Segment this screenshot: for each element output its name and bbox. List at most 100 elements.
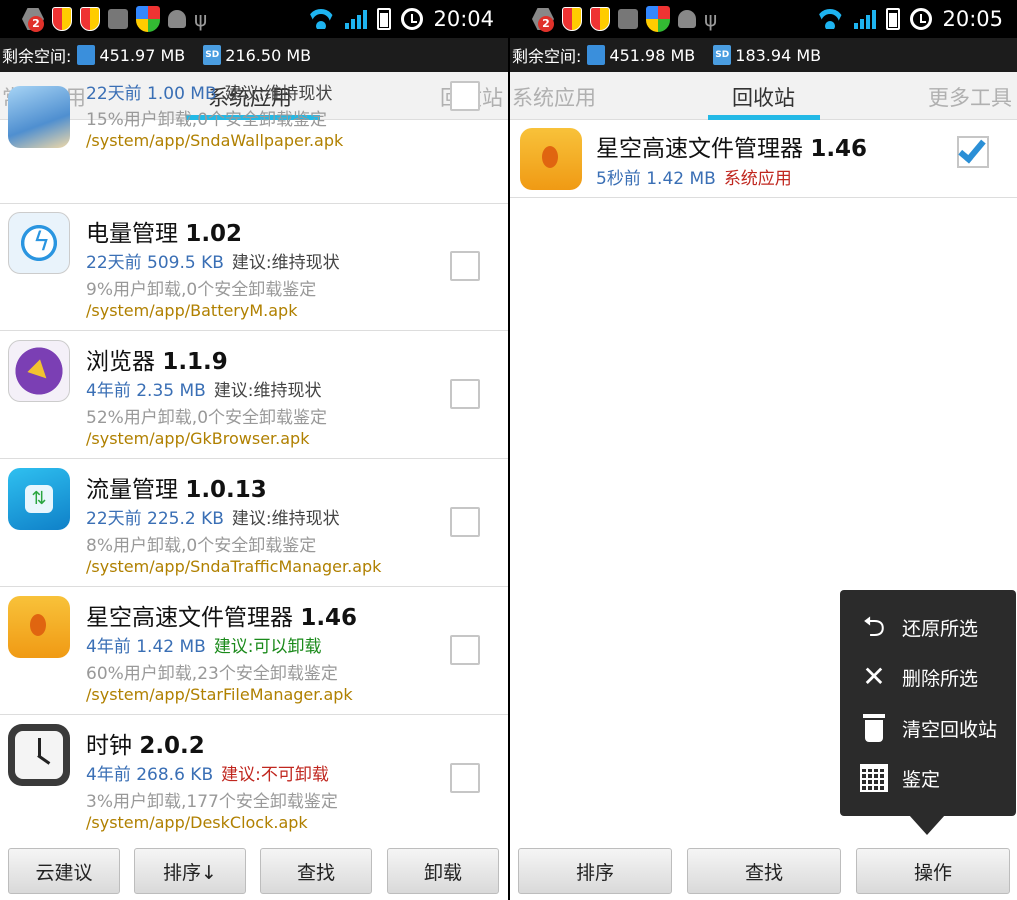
app-stats: 60%用户卸载,23个安全卸载鉴定: [86, 664, 338, 684]
shield-alert-icon: [52, 7, 72, 31]
list-item[interactable]: ϟ 电量管理 1.02 22天前 509.5 KB 建议:维持现状 9%用户卸载,…: [0, 203, 508, 331]
sd-card-icon: SD: [203, 45, 222, 65]
clock-icon: [8, 724, 70, 786]
left-screen: 2 ψ 20:04 剩余空间: 451.97 MB SD 216.50 MB 常…: [0, 0, 508, 900]
app-stats: 9%用户卸载,0个安全卸载鉴定: [86, 280, 317, 300]
app-title: 时钟: [86, 733, 132, 759]
wifi-icon: [307, 9, 335, 29]
select-checkbox-checked[interactable]: [957, 134, 989, 168]
security-shield-icon: [646, 6, 670, 32]
list-item[interactable]: 星空高速文件管理器 1.46 4年前 1.42 MB 建议:可以卸载 60%用户卸…: [0, 587, 508, 715]
wallpaper-icon: [8, 86, 70, 148]
tab-recycle-bin[interactable]: 回收站: [732, 82, 795, 112]
select-checkbox[interactable]: [450, 507, 480, 537]
app-meta: 4年前 268.6 KB: [86, 765, 214, 785]
storage-label: 剩余空间:: [2, 47, 72, 66]
operations-button[interactable]: 操作: [856, 848, 1010, 894]
app-advice: 建议:不可卸载: [221, 765, 329, 785]
search-button[interactable]: 查找: [687, 848, 841, 894]
select-checkbox[interactable]: [450, 81, 480, 111]
battery-manager-icon: ϟ: [8, 212, 70, 274]
app-advice: 建议:可以卸载: [213, 637, 322, 657]
app-version: 1.0.13: [185, 477, 267, 503]
close-icon: ✕: [862, 660, 886, 693]
android-icon: [678, 10, 696, 28]
app-title: 星空高速文件管理器: [596, 136, 803, 162]
bottom-action-bar: 云建议 排序↓ 查找 卸载: [0, 842, 508, 900]
shield-alert-icon: [80, 7, 100, 31]
menu-item-empty-bin[interactable]: 清空回收站: [840, 703, 1016, 753]
trash-icon: [856, 710, 892, 746]
app-version: 2.0.2: [139, 733, 205, 759]
list-item[interactable]: ⇅ 流量管理 1.0.13 22天前 225.2 KB 建议:维持现状 8%用户卸…: [0, 459, 508, 587]
app-advice: 建议:维持现状: [213, 381, 322, 401]
signal-icon: [854, 9, 877, 29]
usb-icon: ψ: [194, 7, 208, 31]
app-version: 1.02: [185, 221, 243, 247]
sd-storage-value: 183.94 MB: [735, 45, 822, 65]
list-item[interactable]: 星空高速文件管理器 1.46 5秒前 1.42 MB 系统应用: [510, 120, 1017, 198]
list-item[interactable]: 22天前 1.00 MB 建议:维持现状 15%用户卸载,0个安全卸载鉴定 /sy…: [0, 76, 508, 204]
system-indicators: 20:05: [816, 4, 1003, 34]
app-title: 星空高速文件管理器: [86, 605, 293, 631]
list-item[interactable]: 时钟 2.0.2 4年前 268.6 KB 建议:不可卸载 3%用户卸载,177个…: [0, 715, 508, 843]
alarm-icon: [910, 8, 933, 30]
tab-system-apps[interactable]: 系统应用: [512, 82, 596, 112]
app-title: 浏览器: [86, 349, 155, 375]
usb-icon: ψ: [704, 7, 718, 31]
sort-button[interactable]: 排序: [518, 848, 672, 894]
phone-storage-icon: [77, 45, 96, 65]
menu-pointer: [909, 815, 945, 835]
app-meta: 22天前 509.5 KB: [86, 253, 224, 273]
app-path: /system/app/GkBrowser.apk: [86, 429, 310, 448]
cloud-advice-button[interactable]: 云建议: [8, 848, 120, 894]
menu-item-appraise[interactable]: 鉴定: [840, 753, 1016, 803]
app-stats: 8%用户卸载,0个安全卸载鉴定: [86, 536, 317, 556]
tab-bar: 系统应用 回收站 更多工具: [510, 72, 1017, 120]
search-button[interactable]: 查找: [260, 848, 372, 894]
storage-bar: 剩余空间: 451.97 MB SD 216.50 MB: [0, 38, 508, 72]
select-checkbox[interactable]: [450, 635, 480, 665]
menu-item-label: 清空回收站: [902, 718, 998, 741]
calendar-icon: [856, 760, 892, 796]
battery-icon: [886, 8, 901, 30]
bottom-action-bar: 排序 查找 操作: [510, 842, 1017, 900]
sd-storage-value: 216.50 MB: [225, 45, 312, 65]
app-title: 电量管理: [86, 221, 178, 247]
undo-icon: ⮌: [862, 610, 886, 643]
right-screen: 2 ψ 20:05 剩余空间: 451.98 MB SD 183.94 MB 系…: [510, 0, 1017, 900]
select-checkbox[interactable]: [450, 251, 480, 281]
storage-bar: 剩余空间: 451.98 MB SD 183.94 MB: [510, 38, 1017, 72]
phone-storage-icon: [587, 45, 606, 65]
select-checkbox[interactable]: [450, 763, 480, 793]
browser-compass-icon: [8, 340, 70, 402]
menu-item-restore[interactable]: ⮌ 还原所选: [840, 602, 1016, 652]
notification-badge-icon: 2: [532, 8, 554, 32]
internal-storage-value: 451.97 MB: [99, 45, 186, 65]
app-path: /system/app/DeskClock.apk: [86, 813, 308, 832]
app-meta: 5秒前 1.42 MB: [596, 169, 716, 189]
menu-item-delete[interactable]: ✕ 删除所选: [840, 652, 1016, 702]
notification-icons: 2 ψ: [532, 4, 717, 34]
app-meta: 22天前 1.00 MB: [86, 84, 217, 104]
app-meta: 4年前 1.42 MB: [86, 637, 206, 657]
app-advice: 建议:维持现状: [231, 253, 340, 273]
list-item[interactable]: 浏览器 1.1.9 4年前 2.35 MB 建议:维持现状 52%用户卸载,0个安…: [0, 331, 508, 459]
app-advice: 建议:维持现状: [231, 509, 340, 529]
file-manager-folder-icon: [520, 128, 582, 190]
app-meta: 22天前 225.2 KB: [86, 509, 224, 529]
wifi-icon: [816, 9, 844, 29]
app-advice: 建议:维持现状: [224, 84, 333, 104]
image-icon: [618, 9, 638, 29]
status-time: 20:05: [942, 7, 1003, 31]
select-checkbox[interactable]: [450, 379, 480, 409]
traffic-manager-icon: ⇅: [8, 468, 70, 530]
storage-label: 剩余空间:: [512, 47, 582, 66]
sort-button[interactable]: 排序↓: [134, 848, 246, 894]
notification-icons: 2 ψ: [22, 4, 207, 34]
status-bar: 2 ψ 20:04: [0, 0, 508, 38]
tab-more-tools[interactable]: 更多工具: [928, 82, 1012, 112]
uninstall-button[interactable]: 卸载: [387, 848, 499, 894]
system-indicators: 20:04: [307, 4, 494, 34]
app-stats: 3%用户卸载,177个安全卸载鉴定: [86, 792, 338, 812]
